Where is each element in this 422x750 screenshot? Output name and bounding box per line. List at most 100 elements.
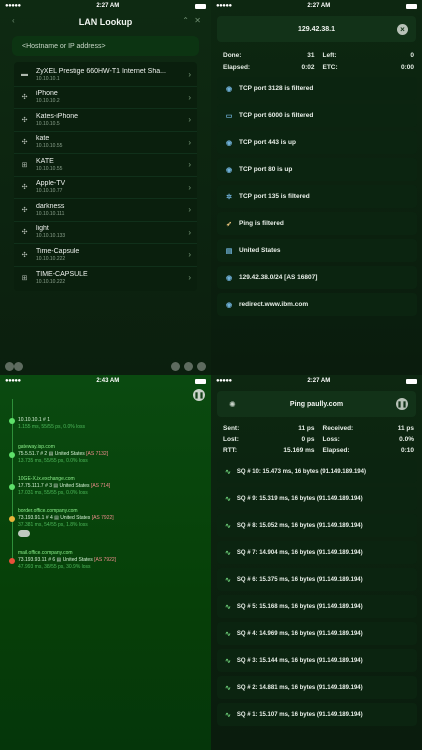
result-row[interactable]: ◉ TCP port 3128 is filtered (217, 77, 417, 100)
reply-text: SQ # 10: 15.473 ms, 16 bytes (91.149.189… (236, 468, 366, 475)
result-row[interactable]: ✲ TCP port 135 is filtered (217, 185, 417, 208)
hop-country: United States (60, 515, 91, 521)
hop-number: # 1 (43, 417, 50, 423)
status-time: 2:27 AM (307, 3, 331, 9)
reply-text: SQ # 3: 15.144 ms, 16 bytes (91.149.189.… (236, 657, 363, 664)
host-row[interactable]: ✣ iPhone 10.10.10.2 › (14, 87, 197, 109)
target-bar: 129.42.38.1 × (217, 16, 416, 42)
signal-icon: ●●●●● (216, 378, 232, 384)
result-text: TCP port 80 is up (239, 166, 293, 173)
done-value: 31 (307, 52, 315, 59)
apple-icon: ✣ (21, 229, 28, 237)
reply-text: SQ # 6: 15.375 ms, 16 bytes (91.149.189.… (236, 576, 363, 583)
trace-controls: ❚❚ (0, 387, 211, 403)
host-row[interactable]: ✣ kate 10.10.10.55 › (14, 132, 197, 154)
host-row[interactable]: ⊞ TIME-CAPSULE 10.10.10.222 › (14, 267, 197, 290)
reply-wave-icon: ∿ (225, 603, 231, 611)
reply-text: SQ # 8: 15.052 ms, 16 bytes (91.149.189.… (236, 522, 363, 529)
result-text: 129.42.38.0/24 [AS 16807] (239, 274, 318, 281)
toolbar-button[interactable] (171, 362, 180, 371)
result-row[interactable]: ◉ redirect.www.ibm.com (217, 293, 417, 316)
close-icon[interactable]: × (397, 23, 408, 35)
ping-reply-row[interactable]: ∿ SQ # 5: 15.168 ms, 16 bytes (91.149.189… (217, 595, 417, 618)
host-row[interactable]: ✣ Apple-TV 10.10.10.77 › (14, 177, 197, 199)
pause-button[interactable]: ❚❚ (193, 389, 205, 401)
lookup-header: ‹ LAN Lookup ⌃ ✕ (0, 12, 211, 32)
host-ip: 10.10.10.5 (36, 120, 60, 127)
toolbar-button[interactable] (197, 362, 206, 371)
ping-reply-row[interactable]: ∿ SQ # 8: 15.052 ms, 16 bytes (91.149.189… (217, 514, 417, 537)
hop-asn: [AS 7132] (86, 451, 109, 457)
chevron-right-icon: › (188, 92, 191, 102)
ping-stats: Sent: 11 ps Received: 11 ps Lost: 0 ps Loss… (223, 425, 414, 454)
host-row[interactable]: ✣ Time-Capsule 10.10.10.222 › (14, 244, 197, 267)
toolbar-button[interactable] (5, 362, 14, 371)
back-icon[interactable]: ‹ (12, 16, 15, 25)
reply-text: SQ # 5: 15.168 ms, 16 bytes (91.149.189.… (236, 603, 363, 610)
ping-reply-row[interactable]: ∿ SQ # 3: 15.144 ms, 16 bytes (91.149.189… (217, 649, 417, 672)
close-icon[interactable]: ✕ (194, 16, 201, 25)
toolbar-button[interactable] (184, 362, 193, 371)
host-row[interactable]: ✣ darkness 10.10.10.111 › (14, 199, 197, 222)
flag-icon: ▤ (55, 557, 63, 563)
hop-details: 75.5.51.7 # 2 ▤ United States [AS 7132] (18, 451, 108, 458)
hop-latency: 47.993 ms, 38/55 ps, 30.9% loss (18, 564, 91, 570)
hop-hostname: border.office.company.com (18, 508, 78, 514)
search-input[interactable]: <Hostname or IP address> (12, 36, 199, 56)
chevron-right-icon: › (188, 205, 191, 215)
apple-icon: ✣ (21, 184, 28, 192)
globe-icon: ◉ (225, 274, 233, 282)
host-row[interactable]: ▬ ZyXEL Prestige 660HW-T1 Internet Sha...… (14, 64, 197, 87)
result-row[interactable]: ▤ United States (217, 239, 417, 262)
ping-reply-row[interactable]: ∿ SQ # 4: 14.969 ms, 16 bytes (91.149.189… (217, 622, 417, 645)
apple-icon: ✣ (21, 251, 28, 259)
host-row[interactable]: ⊞ KATE 10.10.10.55 › (14, 154, 197, 177)
ping-reply-row[interactable]: ∿ SQ # 6: 15.375 ms, 16 bytes (91.149.189… (217, 568, 417, 591)
host-row[interactable]: ✣ light 10.10.10.133 › (14, 222, 197, 244)
sent-label: Sent: (223, 425, 240, 432)
traceroute-screen: ●●●●● 2:43 AM ❚❚ 10.10.10.1 # 1 1.155 ms,… (0, 375, 211, 750)
reply-wave-icon: ∿ (225, 711, 231, 719)
reply-text: SQ # 1: 15.107 ms, 16 bytes (91.149.189.… (236, 711, 363, 718)
ping-reply-row[interactable]: ∿ SQ # 7: 14.904 ms, 16 bytes (91.149.189… (217, 541, 417, 564)
host-text: iPhone 10.10.10.2 (36, 90, 185, 104)
result-row[interactable]: ▭ TCP port 6000 is filtered (217, 104, 417, 127)
ping-reply-row[interactable]: ∿ SQ # 2: 14.881 ms, 16 bytes (91.149.189… (217, 676, 417, 699)
up-icon[interactable]: ⌃ (182, 16, 189, 25)
result-row[interactable]: ◉ TCP port 443 is up (217, 131, 417, 154)
chevron-right-icon: › (188, 70, 191, 80)
battery-icon (405, 3, 417, 9)
host-text: TIME-CAPSULE 10.10.10.222 (36, 271, 185, 285)
etc-value: 0:00 (400, 64, 414, 71)
hop-country: United States (62, 557, 93, 563)
left-label: Left: (322, 52, 337, 59)
hop-marker-icon (9, 418, 15, 424)
host-list: ▬ ZyXEL Prestige 660HW-T1 Internet Sha...… (14, 62, 197, 291)
lan-lookup-screen: ●●●●● 2:27 AM ‹ LAN Lookup ⌃ ✕ <Hostname… (0, 0, 211, 375)
lost-value: 0 ps (301, 436, 315, 443)
toolbar-button[interactable] (14, 362, 23, 371)
battery-icon (194, 378, 206, 384)
ping-reply-row[interactable]: ∿ SQ # 1: 15.107 ms, 16 bytes (91.149.189… (217, 703, 417, 726)
ping-bar: ✺ Ping paully.com ❚❚ (217, 391, 416, 417)
ping-reply-row[interactable]: ∿ SQ # 9: 15.319 ms, 16 bytes (91.149.189… (217, 487, 417, 510)
result-row[interactable]: ◉ 129.42.38.0/24 [AS 16807] (217, 266, 417, 289)
signal-icon: ●●●●● (5, 3, 21, 9)
ping-title: Ping paully.com (289, 400, 344, 408)
result-row[interactable]: ➶ Ping is filtered (217, 212, 417, 235)
result-row[interactable]: ◉ TCP port 80 is up (217, 158, 417, 181)
hop-hostname: 10GE-X.ix.exchange.com (18, 476, 75, 482)
hop-details: 10.10.10.1 # 1 (18, 417, 85, 424)
host-ip: 10.10.10.222 (36, 255, 66, 262)
apple-icon: ✣ (21, 139, 28, 147)
status-time: 2:43 AM (96, 378, 120, 384)
ping-reply-row[interactable]: ∿ SQ # 10: 15.473 ms, 16 bytes (91.149.18… (217, 460, 417, 483)
host-text: ZyXEL Prestige 660HW-T1 Internet Sha... 1… (36, 68, 185, 82)
pause-button[interactable]: ❚❚ (396, 398, 408, 410)
hop-ip: 17.75.111.7 (18, 483, 44, 489)
host-row[interactable]: ✣ Kates-iPhone 10.10.10.5 › (14, 109, 197, 132)
reply-wave-icon: ∿ (225, 576, 231, 584)
hop-ip: 10.10.10.1 (18, 417, 42, 423)
host-ip: 10.10.10.1 (36, 75, 60, 82)
gear-icon: ✲ (226, 193, 232, 201)
